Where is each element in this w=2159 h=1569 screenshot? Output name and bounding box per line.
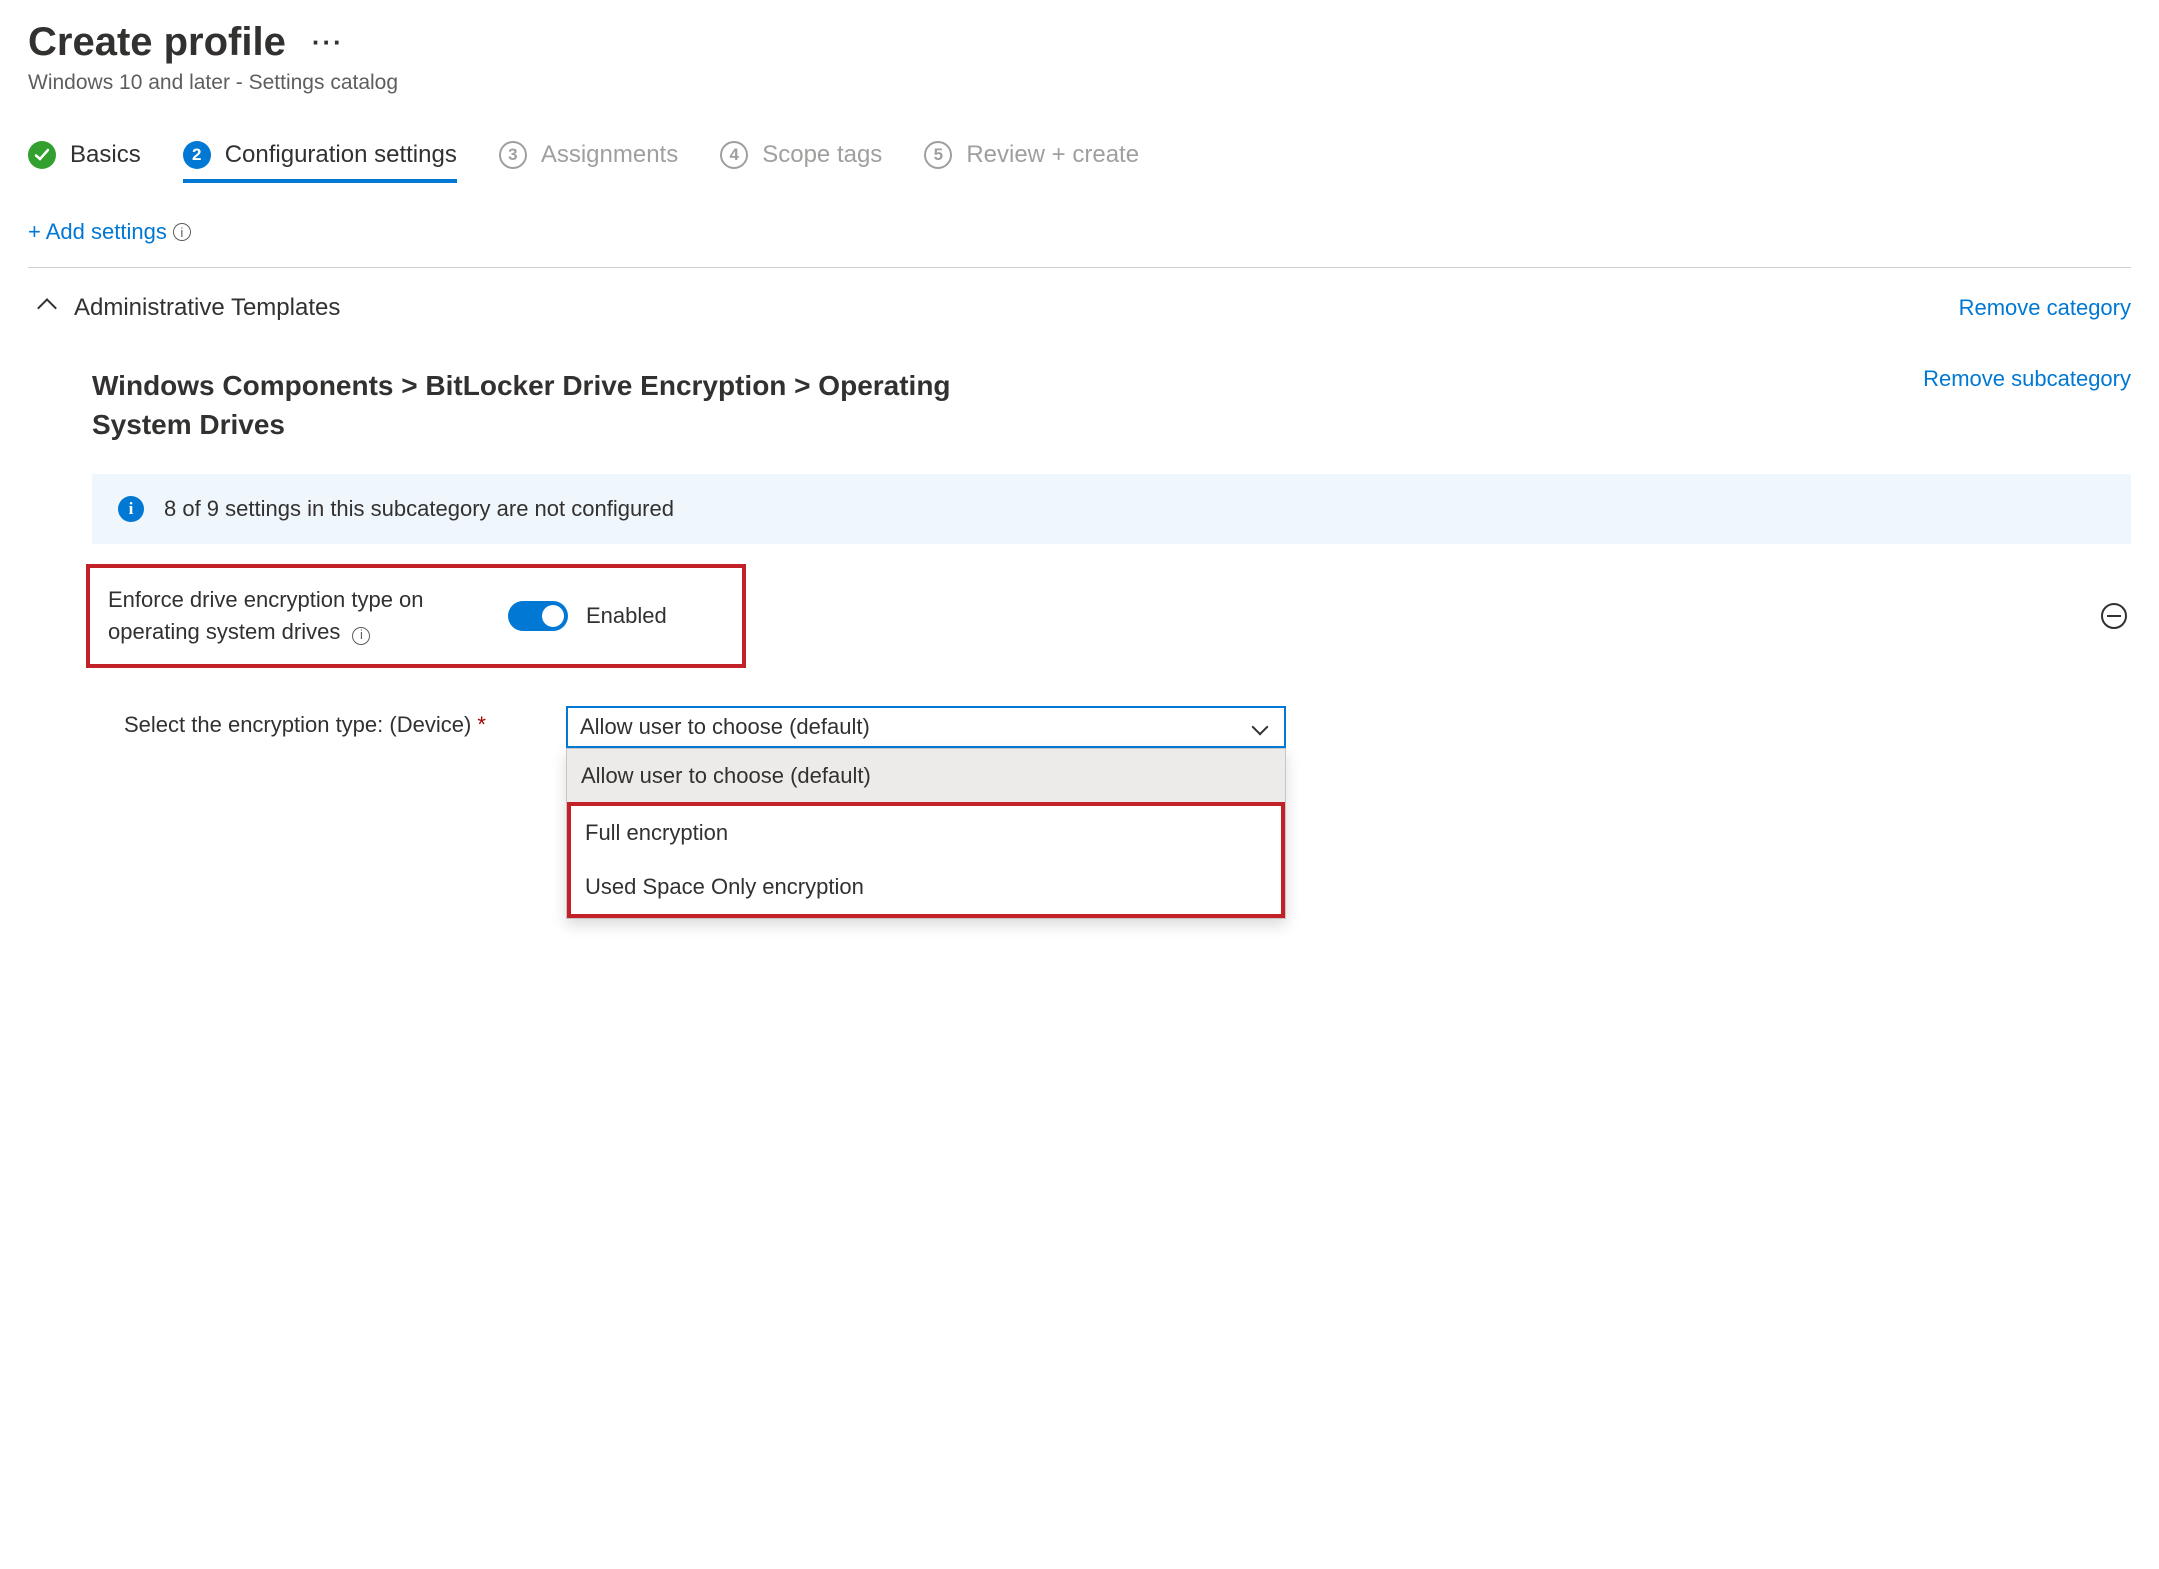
add-settings-label: + Add settings (28, 219, 167, 245)
option-allow-user[interactable]: Allow user to choose (default) (567, 749, 1285, 803)
highlight-box: Full encryption Used Space Only encrypti… (567, 802, 1285, 918)
info-icon: i (118, 496, 144, 522)
encryption-type-select[interactable]: Allow user to choose (default) (566, 706, 1286, 748)
highlight-box: Enforce drive encryption type on operati… (86, 564, 746, 668)
banner-text: 8 of 9 settings in this subcategory are … (164, 496, 674, 522)
step-number-icon: 4 (720, 141, 748, 169)
setting-label: Enforce drive encryption type on operati… (108, 587, 424, 644)
select-value: Allow user to choose (default) (580, 714, 870, 740)
encryption-type-label: Select the encryption type: (Device) (124, 712, 471, 737)
step-number-icon: 2 (183, 141, 211, 169)
page-title: Create profile (28, 20, 286, 65)
info-banner: i 8 of 9 settings in this subcategory ar… (92, 474, 2131, 544)
step-label: Basics (70, 141, 141, 169)
remove-category-link[interactable]: Remove category (1959, 295, 2131, 321)
subcategory-title: Windows Components > BitLocker Drive Enc… (92, 366, 1012, 444)
divider (28, 267, 2131, 268)
toggle-state-label: Enabled (586, 603, 667, 629)
remove-setting-button[interactable] (2101, 603, 2127, 629)
step-label: Review + create (966, 141, 1139, 169)
wizard-steps: Basics 2 Configuration settings 3 Assign… (28, 141, 2131, 179)
step-configuration-settings[interactable]: 2 Configuration settings (183, 141, 457, 183)
step-review-create[interactable]: 5 Review + create (924, 141, 1139, 179)
setting-row: Enforce drive encryption type on operati… (86, 564, 2131, 668)
check-icon (28, 141, 56, 169)
encryption-type-dropdown: Allow user to choose (default) Full encr… (566, 748, 1286, 919)
remove-subcategory-link[interactable]: Remove subcategory (1923, 366, 2131, 392)
info-icon[interactable]: i (352, 627, 370, 645)
step-assignments[interactable]: 3 Assignments (499, 141, 678, 179)
enabled-toggle[interactable] (508, 601, 568, 631)
step-label: Configuration settings (225, 141, 457, 169)
step-label: Scope tags (762, 141, 882, 169)
option-full-encryption[interactable]: Full encryption (571, 806, 1281, 860)
category-title: Administrative Templates (74, 294, 340, 322)
chevron-down-icon (1252, 719, 1269, 736)
option-used-space-only[interactable]: Used Space Only encryption (571, 860, 1281, 914)
step-scope-tags[interactable]: 4 Scope tags (720, 141, 882, 179)
more-actions-button[interactable]: ··· (312, 27, 344, 58)
required-indicator: * (477, 712, 486, 737)
step-basics[interactable]: Basics (28, 141, 141, 179)
chevron-up-icon[interactable] (37, 298, 57, 318)
step-label: Assignments (541, 141, 678, 169)
page-subtitle: Windows 10 and later - Settings catalog (28, 71, 2131, 95)
add-settings-link[interactable]: + Add settings i (28, 219, 191, 245)
info-icon[interactable]: i (173, 223, 191, 241)
step-number-icon: 5 (924, 141, 952, 169)
step-number-icon: 3 (499, 141, 527, 169)
